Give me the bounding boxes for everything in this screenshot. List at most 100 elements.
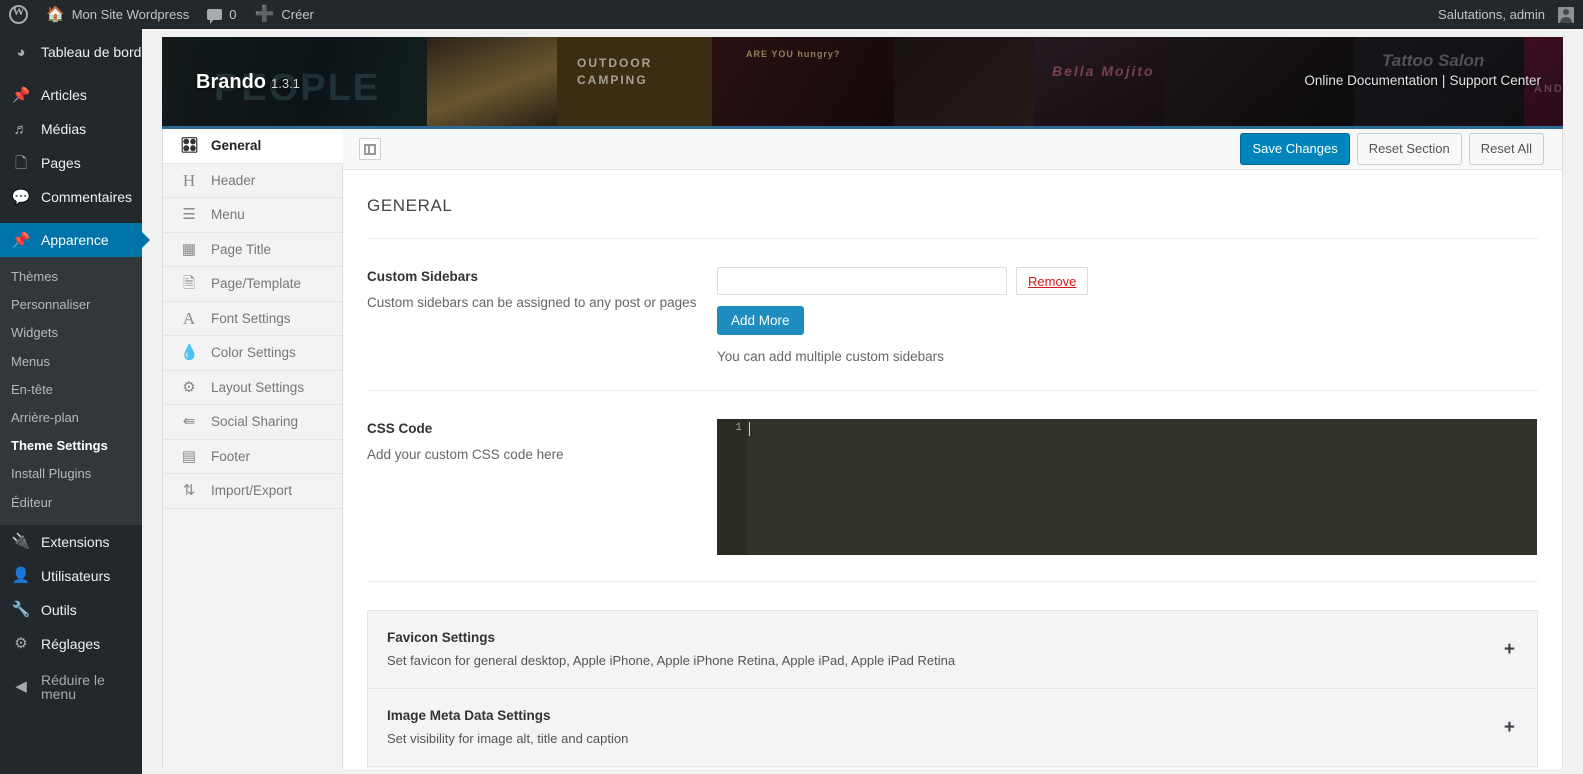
css-code-editor[interactable]: 1 bbox=[717, 419, 1537, 555]
tab-general[interactable]: 🎛 General bbox=[163, 129, 343, 164]
submenu-item-widgets[interactable]: Widgets bbox=[0, 319, 142, 347]
plus-icon[interactable]: + bbox=[1504, 640, 1515, 659]
sidebar-item-comments[interactable]: 💬 Commentaires bbox=[0, 180, 142, 214]
remove-button[interactable]: Remove bbox=[1016, 267, 1089, 295]
submenu-item-editor[interactable]: Éditeur bbox=[0, 489, 142, 517]
page-title-icon: ▦ bbox=[181, 240, 197, 258]
banner-demo-text: Bella Mojito bbox=[1052, 63, 1155, 79]
field-control-block: Remove Add More You can add multiple cus… bbox=[717, 267, 1538, 364]
my-account-menu[interactable]: Salutations, admin bbox=[1429, 0, 1583, 29]
expand-sidebar-icon[interactable] bbox=[359, 138, 381, 160]
field-label-block: CSS Code Add your custom CSS code here bbox=[367, 419, 717, 555]
menu-separator bbox=[0, 661, 142, 670]
submenu-item-install-plugins[interactable]: Install Plugins bbox=[0, 460, 142, 488]
wp-logo-menu[interactable] bbox=[0, 0, 37, 29]
site-name-menu[interactable]: 🏠 Mon Site Wordpress bbox=[37, 0, 198, 29]
sliders-icon: 🎛 bbox=[180, 137, 200, 155]
field-css-code: CSS Code Add your custom CSS code here 1 bbox=[367, 391, 1538, 582]
tab-label: Import/Export bbox=[211, 483, 293, 499]
tab-page-template[interactable]: 🗎 Page/Template bbox=[163, 267, 342, 302]
accordion-title: Image Meta Data Settings bbox=[387, 708, 551, 723]
accordion-favicon-settings[interactable]: Favicon Settings Set favicon for general… bbox=[368, 611, 1537, 689]
tab-label: General bbox=[211, 138, 262, 154]
submenu-item-background[interactable]: Arrière-plan bbox=[0, 404, 142, 432]
field-title: CSS Code bbox=[367, 421, 433, 436]
submenu-item-themes[interactable]: Thèmes bbox=[0, 263, 142, 291]
sidebar-item-label: Commentaires bbox=[41, 189, 133, 205]
tab-menu[interactable]: ☰ Menu bbox=[163, 198, 342, 233]
tab-page-title[interactable]: ▦ Page Title bbox=[163, 233, 342, 267]
reset-section-button[interactable]: Reset Section bbox=[1356, 133, 1462, 165]
add-more-button[interactable]: Add More bbox=[717, 306, 804, 335]
tab-footer[interactable]: ▤ Footer bbox=[163, 440, 342, 474]
document-icon: 🗎 bbox=[182, 275, 196, 293]
accordion-title: Favicon Settings bbox=[387, 630, 496, 645]
reset-all-button[interactable]: Reset All bbox=[1468, 133, 1544, 165]
banner-demo-camping: OUTDOOR CAMPING bbox=[557, 37, 712, 126]
tab-layout-settings[interactable]: ⚙ Layout Settings bbox=[163, 371, 342, 405]
collapse-icon: ◀ bbox=[15, 678, 27, 696]
letter-a-icon: A bbox=[182, 308, 196, 328]
sidebar-item-media[interactable]: ♬ Médias bbox=[0, 112, 142, 146]
new-content-menu[interactable]: ➕ Créer bbox=[245, 0, 322, 29]
support-center-link[interactable]: Support Center bbox=[1449, 73, 1541, 88]
tab-label: Header bbox=[211, 172, 256, 188]
sidebar-input-row: Remove bbox=[717, 267, 1538, 295]
share-icon: ⇚ bbox=[182, 413, 196, 431]
wordpress-logo-icon bbox=[9, 4, 28, 24]
sidebar-item-appearance[interactable]: 📌 Apparence bbox=[0, 223, 150, 257]
submenu-item-customize[interactable]: Personnaliser bbox=[0, 291, 142, 319]
options-tab-list: 🎛 General H Header ☰ Menu ▦ Page Title 🗎… bbox=[162, 129, 343, 769]
sidebar-item-pages[interactable]: 🗋 Pages bbox=[0, 146, 142, 180]
theme-version: 1.3.1 bbox=[271, 76, 300, 91]
sidebar-item-settings[interactable]: ⚙ Réglages bbox=[0, 627, 142, 661]
text-caret bbox=[749, 422, 750, 436]
admin-bar: 🏠 Mon Site Wordpress 0 ➕ Créer Salutatio… bbox=[0, 0, 1583, 29]
home-icon: 🏠 bbox=[46, 6, 65, 23]
online-documentation-link[interactable]: Online Documentation bbox=[1304, 73, 1438, 88]
custom-sidebar-input[interactable] bbox=[717, 267, 1007, 295]
sidebar-item-label: Réglages bbox=[41, 635, 101, 652]
sidebar-item-dashboard[interactable]: ◕ Tableau de bord bbox=[0, 35, 142, 69]
tab-header[interactable]: H Header bbox=[163, 164, 342, 198]
collapse-menu-button[interactable]: ◀ Réduire le menu bbox=[0, 670, 142, 704]
sidebar-item-label: Pages bbox=[41, 155, 81, 171]
field-title: Custom Sidebars bbox=[367, 269, 479, 284]
sidebar-item-label: Utilisateurs bbox=[41, 567, 111, 584]
tab-label: Page/Template bbox=[211, 276, 302, 292]
accordion-description: Set favicon for general desktop, Apple i… bbox=[387, 653, 956, 668]
sidebar-item-tools[interactable]: 🔧 Outils bbox=[0, 593, 142, 627]
accordion-image-meta-data-settings[interactable]: Image Meta Data Settings Set visibility … bbox=[368, 689, 1537, 767]
save-button[interactable]: Save Changes bbox=[1240, 133, 1350, 165]
users-icon: 👤 bbox=[11, 567, 31, 585]
tab-font-settings[interactable]: A Font Settings bbox=[163, 302, 342, 336]
submenu-item-header[interactable]: En-tête bbox=[0, 376, 142, 404]
sidebar-item-posts[interactable]: 📌 Articles bbox=[0, 78, 142, 112]
comments-count: 0 bbox=[229, 7, 237, 22]
pin-icon: 📌 bbox=[11, 86, 31, 104]
submenu-item-theme-settings[interactable]: Theme Settings bbox=[0, 432, 142, 460]
theme-options-panel: 🎛 General H Header ☰ Menu ▦ Page Title 🗎… bbox=[162, 129, 1563, 769]
tab-color-settings[interactable]: 💧 Color Settings bbox=[163, 336, 342, 371]
hamburger-icon: ☰ bbox=[182, 206, 196, 224]
plus-icon[interactable]: + bbox=[1504, 718, 1515, 737]
sidebar-item-label: Médias bbox=[41, 121, 87, 137]
tab-label: Layout Settings bbox=[211, 379, 305, 395]
tab-label: Font Settings bbox=[211, 310, 291, 326]
editor-text-area[interactable] bbox=[747, 419, 1537, 555]
tab-social-sharing[interactable]: ⇚ Social Sharing bbox=[163, 405, 342, 440]
sidebar-item-users[interactable]: 👤 Utilisateurs bbox=[0, 559, 142, 593]
gears-icon: ⚙ bbox=[182, 378, 196, 396]
options-pane: Save Changes Reset Section Reset All GEN… bbox=[343, 129, 1563, 769]
appearance-brush-icon: 📌 bbox=[11, 231, 31, 249]
sidebar-item-plugins[interactable]: 🔌 Extensions bbox=[0, 525, 142, 559]
accordion-post-default-image-settings[interactable]: Post Default Image Settings + bbox=[368, 767, 1537, 768]
tools-wrench-icon: 🔧 bbox=[11, 601, 31, 619]
tab-import-export[interactable]: ⇅ Import/Export bbox=[163, 474, 342, 509]
submenu-item-menus[interactable]: Menus bbox=[0, 348, 142, 376]
banner-demo-text: OUTDOOR CAMPING bbox=[577, 56, 653, 87]
sidebar-item-label: Outils bbox=[41, 601, 77, 618]
comments-bubble[interactable]: 0 bbox=[198, 0, 245, 29]
accordion-texts: Image Meta Data Settings Set visibility … bbox=[387, 708, 1492, 746]
theme-name: Brando bbox=[196, 71, 266, 93]
